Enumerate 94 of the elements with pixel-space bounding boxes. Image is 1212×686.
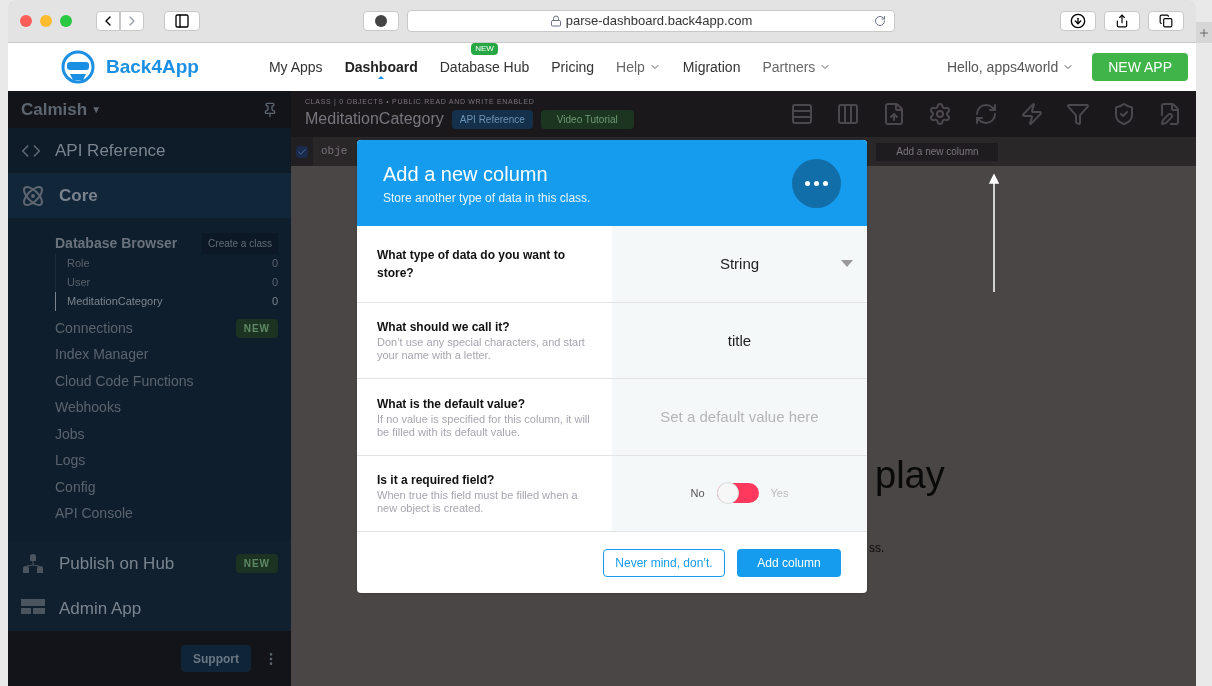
background-heading: play bbox=[875, 453, 945, 498]
field-help: When true this field must be filled when a new object is created. bbox=[377, 489, 579, 516]
required-toggle[interactable] bbox=[716, 483, 759, 504]
nav-link[interactable]: My Apps bbox=[268, 56, 323, 78]
text-input[interactable]: title bbox=[612, 302, 867, 378]
field-help: Don’t use any special characters, and start your name with a letter. bbox=[377, 336, 586, 363]
field-label: What type of data do you want to store? bbox=[377, 246, 566, 282]
add-row-icon[interactable] bbox=[790, 102, 814, 126]
sidebar-section[interactable]: Publish on Hub NEW bbox=[8, 541, 291, 586]
sidebar-section[interactable]: API Reference bbox=[8, 128, 291, 173]
field-label: Is it a required field? bbox=[377, 472, 496, 490]
sidebar-link[interactable]: Config bbox=[55, 476, 96, 498]
lock-icon bbox=[549, 15, 562, 27]
nav-link[interactable]: Partners bbox=[762, 56, 832, 78]
forward-button[interactable] bbox=[120, 11, 144, 31]
sidebar-toggle-button[interactable] bbox=[164, 11, 200, 31]
upload-icon[interactable] bbox=[882, 102, 906, 126]
add-column-button[interactable]: Add a new column bbox=[876, 142, 999, 161]
add-column-icon[interactable] bbox=[836, 102, 860, 126]
section-label: Publish on Hub bbox=[59, 552, 175, 575]
database-network-icon bbox=[21, 551, 45, 576]
arrow-icon bbox=[989, 174, 999, 292]
tabs-icon bbox=[1159, 14, 1173, 28]
api-reference-button[interactable]: API Reference bbox=[451, 109, 533, 129]
extension-button[interactable] bbox=[363, 11, 399, 31]
lightning-icon[interactable] bbox=[1020, 102, 1044, 126]
check-icon bbox=[297, 146, 307, 157]
section-label: API Reference bbox=[55, 139, 166, 162]
column-header[interactable]: obje bbox=[321, 143, 348, 160]
pin-icon[interactable] bbox=[262, 101, 278, 118]
class-title: MeditationCategory bbox=[305, 109, 444, 130]
sidebar-link[interactable]: Webhooks bbox=[55, 397, 121, 419]
video-tutorial-button[interactable]: Video Tutorial bbox=[540, 109, 634, 129]
support-button[interactable]: Support bbox=[181, 645, 251, 672]
background-text: ss. bbox=[869, 540, 885, 557]
sidebar-icon bbox=[174, 13, 190, 29]
minimize-window-icon[interactable] bbox=[40, 15, 52, 27]
field-label: What is the default value? bbox=[377, 395, 527, 413]
refresh-icon[interactable] bbox=[974, 102, 998, 126]
sidebar-section[interactable]: Core bbox=[8, 173, 291, 218]
brand-name[interactable]: Back4App bbox=[106, 52, 199, 82]
sidebar-section[interactable]: Admin App bbox=[8, 586, 291, 631]
reload-icon[interactable] bbox=[874, 15, 886, 27]
new-app-button[interactable]: NEW APP bbox=[1092, 53, 1188, 81]
settings-icon[interactable] bbox=[928, 102, 952, 126]
sidebar-link[interactable]: API Console bbox=[55, 503, 133, 525]
cancel-button[interactable]: Never mind, don’t. bbox=[603, 548, 725, 577]
dialog-title: Add a new column bbox=[383, 162, 549, 187]
on-label: Yes bbox=[770, 486, 789, 501]
sidebar-link[interactable]: Jobs bbox=[55, 423, 85, 445]
plus-icon bbox=[1198, 26, 1210, 39]
nav-link[interactable]: Pricing bbox=[551, 56, 595, 78]
tabs-button[interactable] bbox=[1148, 11, 1184, 31]
sidebar-link[interactable]: Logs bbox=[55, 450, 86, 472]
close-window-icon[interactable] bbox=[20, 15, 32, 27]
sidebar-link[interactable]: Cloud Code Functions bbox=[55, 370, 194, 392]
atom-icon bbox=[21, 183, 45, 208]
download-icon bbox=[1070, 13, 1086, 29]
text-input[interactable]: Set a default value here bbox=[612, 379, 867, 455]
off-label: No bbox=[690, 486, 705, 501]
section-label: Admin App bbox=[59, 597, 142, 620]
new-badge: NEW bbox=[235, 318, 278, 338]
new-tab-button[interactable] bbox=[1196, 22, 1212, 43]
field-label: What should we call it? bbox=[377, 319, 511, 337]
address-bar[interactable]: parse-dashboard.back4app.com bbox=[407, 10, 895, 32]
create-class-button[interactable]: Create a class bbox=[202, 232, 278, 254]
filter-icon[interactable] bbox=[1066, 102, 1090, 126]
share-button[interactable] bbox=[1104, 11, 1140, 31]
nav-link[interactable]: Migration bbox=[682, 56, 741, 78]
dialog-subtitle: Store another type of data in this class. bbox=[383, 190, 591, 207]
download-button[interactable] bbox=[1060, 11, 1096, 31]
edit-icon[interactable] bbox=[1158, 102, 1182, 126]
class-item[interactable]: Role 0 bbox=[56, 254, 278, 273]
field-help: If no value is specified for this column, it will be filled with its default value. bbox=[377, 412, 591, 439]
class-item[interactable]: User 0 bbox=[56, 273, 278, 292]
nav-link[interactable]: Dashboard bbox=[344, 56, 418, 78]
type-select[interactable]: String bbox=[612, 226, 867, 302]
back-button[interactable] bbox=[96, 11, 120, 31]
sidebar-link[interactable]: Connections bbox=[55, 317, 133, 339]
new-badge: NEW bbox=[235, 554, 278, 573]
dots-icon bbox=[792, 158, 841, 208]
sidebar-link[interactable]: Index Manager bbox=[55, 344, 149, 366]
nav-link[interactable]: Database Hub bbox=[439, 56, 530, 78]
active-indicator-icon bbox=[378, 75, 385, 79]
shield-icon[interactable] bbox=[1112, 102, 1136, 126]
user-menu[interactable]: Hello, apps4world bbox=[946, 56, 1075, 78]
maximize-window-icon[interactable] bbox=[60, 15, 72, 27]
nav-link[interactable]: Help bbox=[616, 56, 661, 78]
select-all-checkbox[interactable] bbox=[296, 145, 308, 158]
share-icon bbox=[1115, 14, 1129, 28]
add-column-button[interactable]: Add column bbox=[737, 548, 841, 577]
section-label: Core bbox=[59, 184, 98, 207]
group-title: Database Browser bbox=[55, 233, 178, 253]
class-item[interactable]: MeditationCategory 0 bbox=[55, 292, 278, 311]
